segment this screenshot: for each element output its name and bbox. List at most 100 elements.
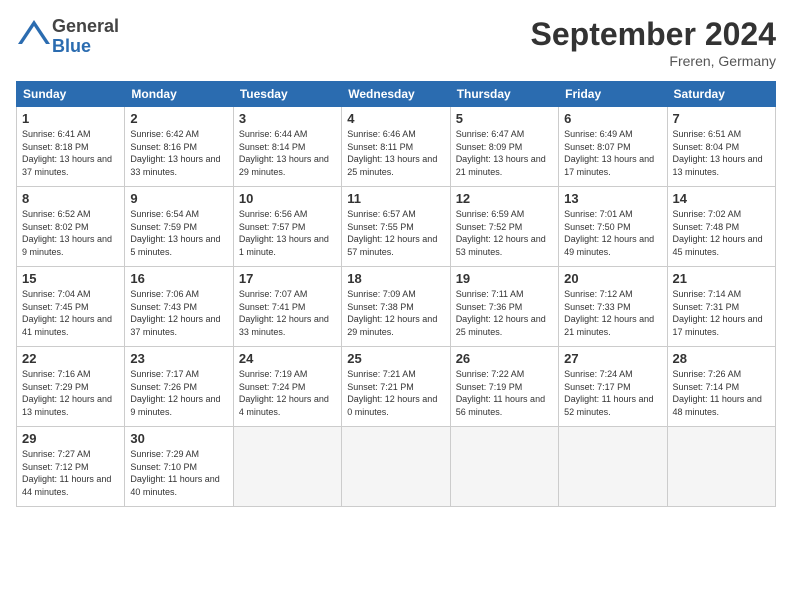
calendar-cell: 4 Sunrise: 6:46 AMSunset: 8:11 PMDaylight… xyxy=(342,107,450,187)
logo-blue: Blue xyxy=(52,37,119,57)
calendar-body: 1 Sunrise: 6:41 AMSunset: 8:18 PMDaylight… xyxy=(17,107,776,507)
month-title: September 2024 xyxy=(531,16,776,53)
calendar-cell xyxy=(233,427,341,507)
day-info: Sunrise: 7:12 AMSunset: 7:33 PMDaylight:… xyxy=(564,288,661,338)
day-info: Sunrise: 6:49 AMSunset: 8:07 PMDaylight:… xyxy=(564,128,661,178)
day-header-row: Sunday Monday Tuesday Wednesday Thursday… xyxy=(17,82,776,107)
calendar-cell: 29 Sunrise: 7:27 AMSunset: 7:12 PMDayligh… xyxy=(17,427,125,507)
col-monday: Monday xyxy=(125,82,233,107)
col-thursday: Thursday xyxy=(450,82,558,107)
calendar-cell xyxy=(667,427,775,507)
page-header: General Blue September 2024 Freren, Germ… xyxy=(16,16,776,69)
title-block: September 2024 Freren, Germany xyxy=(531,16,776,69)
day-info: Sunrise: 6:54 AMSunset: 7:59 PMDaylight:… xyxy=(130,208,227,258)
day-number: 25 xyxy=(347,351,444,366)
calendar-row: 15 Sunrise: 7:04 AMSunset: 7:45 PMDayligh… xyxy=(17,267,776,347)
calendar-cell xyxy=(342,427,450,507)
day-number: 18 xyxy=(347,271,444,286)
day-number: 13 xyxy=(564,191,661,206)
day-info: Sunrise: 6:47 AMSunset: 8:09 PMDaylight:… xyxy=(456,128,553,178)
day-info: Sunrise: 6:59 AMSunset: 7:52 PMDaylight:… xyxy=(456,208,553,258)
day-number: 17 xyxy=(239,271,336,286)
day-info: Sunrise: 7:04 AMSunset: 7:45 PMDaylight:… xyxy=(22,288,119,338)
calendar-cell: 14 Sunrise: 7:02 AMSunset: 7:48 PMDayligh… xyxy=(667,187,775,267)
day-info: Sunrise: 7:02 AMSunset: 7:48 PMDaylight:… xyxy=(673,208,770,258)
day-info: Sunrise: 7:01 AMSunset: 7:50 PMDaylight:… xyxy=(564,208,661,258)
day-number: 21 xyxy=(673,271,770,286)
day-number: 23 xyxy=(130,351,227,366)
day-number: 29 xyxy=(22,431,119,446)
calendar-row: 8Sunrise: 6:52 AMSunset: 8:02 PMDaylight… xyxy=(17,187,776,267)
calendar-row: 1 Sunrise: 6:41 AMSunset: 8:18 PMDaylight… xyxy=(17,107,776,187)
day-number: 7 xyxy=(673,111,770,126)
calendar-cell: 15 Sunrise: 7:04 AMSunset: 7:45 PMDayligh… xyxy=(17,267,125,347)
day-number: 3 xyxy=(239,111,336,126)
day-info: Sunrise: 7:22 AMSunset: 7:19 PMDaylight:… xyxy=(456,368,553,418)
calendar-cell: 2Sunrise: 6:42 AMSunset: 8:16 PMDaylight… xyxy=(125,107,233,187)
col-saturday: Saturday xyxy=(667,82,775,107)
day-number: 30 xyxy=(130,431,227,446)
day-info: Sunrise: 6:41 AMSunset: 8:18 PMDaylight:… xyxy=(22,128,119,178)
calendar-cell: 18 Sunrise: 7:09 AMSunset: 7:38 PMDayligh… xyxy=(342,267,450,347)
day-info: Sunrise: 7:27 AMSunset: 7:12 PMDaylight:… xyxy=(22,448,119,498)
day-info: Sunrise: 7:06 AMSunset: 7:43 PMDaylight:… xyxy=(130,288,227,338)
calendar-cell: 23 Sunrise: 7:17 AMSunset: 7:26 PMDayligh… xyxy=(125,347,233,427)
calendar-cell: 5 Sunrise: 6:47 AMSunset: 8:09 PMDaylight… xyxy=(450,107,558,187)
day-number: 5 xyxy=(456,111,553,126)
calendar-cell: 17Sunrise: 7:07 AMSunset: 7:41 PMDayligh… xyxy=(233,267,341,347)
day-info: Sunrise: 6:57 AMSunset: 7:55 PMDaylight:… xyxy=(347,208,444,258)
calendar-cell xyxy=(450,427,558,507)
calendar-cell: 26 Sunrise: 7:22 AMSunset: 7:19 PMDayligh… xyxy=(450,347,558,427)
calendar-cell: 12Sunrise: 6:59 AMSunset: 7:52 PMDayligh… xyxy=(450,187,558,267)
day-number: 28 xyxy=(673,351,770,366)
day-number: 14 xyxy=(673,191,770,206)
calendar-cell: 24 Sunrise: 7:19 AMSunset: 7:24 PMDayligh… xyxy=(233,347,341,427)
day-info: Sunrise: 6:42 AMSunset: 8:16 PMDaylight:… xyxy=(130,128,227,178)
day-number: 26 xyxy=(456,351,553,366)
day-number: 16 xyxy=(130,271,227,286)
col-tuesday: Tuesday xyxy=(233,82,341,107)
day-number: 22 xyxy=(22,351,119,366)
day-info: Sunrise: 7:26 AMSunset: 7:14 PMDaylight:… xyxy=(673,368,770,418)
day-number: 20 xyxy=(564,271,661,286)
calendar-cell: 8Sunrise: 6:52 AMSunset: 8:02 PMDaylight… xyxy=(17,187,125,267)
calendar-cell: 7Sunrise: 6:51 AMSunset: 8:04 PMDaylight… xyxy=(667,107,775,187)
day-number: 1 xyxy=(22,111,119,126)
day-info: Sunrise: 6:52 AMSunset: 8:02 PMDaylight:… xyxy=(22,208,119,258)
day-number: 9 xyxy=(130,191,227,206)
calendar-cell xyxy=(559,427,667,507)
day-info: Sunrise: 7:24 AMSunset: 7:17 PMDaylight:… xyxy=(564,368,661,418)
day-number: 19 xyxy=(456,271,553,286)
day-info: Sunrise: 7:19 AMSunset: 7:24 PMDaylight:… xyxy=(239,368,336,418)
calendar-row: 22 Sunrise: 7:16 AMSunset: 7:29 PMDayligh… xyxy=(17,347,776,427)
day-info: Sunrise: 7:21 AMSunset: 7:21 PMDaylight:… xyxy=(347,368,444,418)
col-sunday: Sunday xyxy=(17,82,125,107)
day-number: 6 xyxy=(564,111,661,126)
calendar-cell: 27Sunrise: 7:24 AMSunset: 7:17 PMDayligh… xyxy=(559,347,667,427)
day-number: 24 xyxy=(239,351,336,366)
calendar-cell: 1 Sunrise: 6:41 AMSunset: 8:18 PMDaylight… xyxy=(17,107,125,187)
calendar-cell: 10Sunrise: 6:56 AMSunset: 7:57 PMDayligh… xyxy=(233,187,341,267)
calendar-cell: 6 Sunrise: 6:49 AMSunset: 8:07 PMDaylight… xyxy=(559,107,667,187)
day-number: 4 xyxy=(347,111,444,126)
calendar-row: 29 Sunrise: 7:27 AMSunset: 7:12 PMDayligh… xyxy=(17,427,776,507)
day-info: Sunrise: 7:17 AMSunset: 7:26 PMDaylight:… xyxy=(130,368,227,418)
day-number: 11 xyxy=(347,191,444,206)
day-number: 15 xyxy=(22,271,119,286)
calendar-cell: 16 Sunrise: 7:06 AMSunset: 7:43 PMDayligh… xyxy=(125,267,233,347)
day-info: Sunrise: 7:09 AMSunset: 7:38 PMDaylight:… xyxy=(347,288,444,338)
calendar-cell: 21Sunrise: 7:14 AMSunset: 7:31 PMDayligh… xyxy=(667,267,775,347)
calendar-table: Sunday Monday Tuesday Wednesday Thursday… xyxy=(16,81,776,507)
day-info: Sunrise: 6:46 AMSunset: 8:11 PMDaylight:… xyxy=(347,128,444,178)
day-info: Sunrise: 7:16 AMSunset: 7:29 PMDaylight:… xyxy=(22,368,119,418)
calendar-cell: 19 Sunrise: 7:11 AMSunset: 7:36 PMDayligh… xyxy=(450,267,558,347)
col-friday: Friday xyxy=(559,82,667,107)
calendar-cell: 3 Sunrise: 6:44 AMSunset: 8:14 PMDaylight… xyxy=(233,107,341,187)
calendar-cell: 22 Sunrise: 7:16 AMSunset: 7:29 PMDayligh… xyxy=(17,347,125,427)
calendar-cell: 9 Sunrise: 6:54 AMSunset: 7:59 PMDaylight… xyxy=(125,187,233,267)
calendar-cell: 13 Sunrise: 7:01 AMSunset: 7:50 PMDayligh… xyxy=(559,187,667,267)
calendar-cell: 30Sunrise: 7:29 AMSunset: 7:10 PMDayligh… xyxy=(125,427,233,507)
col-wednesday: Wednesday xyxy=(342,82,450,107)
day-info: Sunrise: 7:11 AMSunset: 7:36 PMDaylight:… xyxy=(456,288,553,338)
day-info: Sunrise: 6:44 AMSunset: 8:14 PMDaylight:… xyxy=(239,128,336,178)
